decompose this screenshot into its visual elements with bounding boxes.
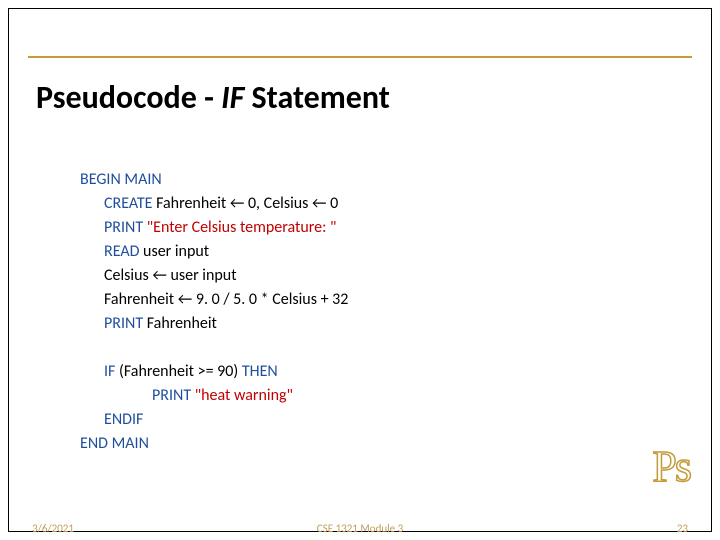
footer-date: 3/6/2021 xyxy=(32,522,74,535)
code-line: BEGIN MAIN xyxy=(80,168,348,192)
footer-page: 23 xyxy=(677,522,688,535)
code-line xyxy=(80,336,348,360)
code-line: PRINT Fahrenheit xyxy=(80,312,348,336)
code-line: Fahrenheit ← 9. 0 / 5. 0 * Celsius + 32 xyxy=(80,288,348,312)
top-rule xyxy=(28,56,692,58)
pseudocode-block: BEGIN MAINCREATE Fahrenheit ← 0, Celsius… xyxy=(80,168,348,456)
code-line: Celsius ← user input xyxy=(80,264,348,288)
code-line: PRINT "heat warning" xyxy=(80,384,348,408)
code-line: END MAIN xyxy=(80,432,348,456)
code-line: ENDIF xyxy=(80,408,348,432)
code-line: PRINT "Enter Celsius temperature: " xyxy=(80,216,348,240)
slide-title: Pseudocode - IF Statement xyxy=(36,78,390,117)
title-prefix: Pseudocode - xyxy=(36,78,221,117)
code-line: IF (Fahrenheit >= 90) THEN xyxy=(80,360,348,384)
footer-module: CSE 1321 Module 3 xyxy=(317,522,403,535)
code-line: READ user input xyxy=(80,240,348,264)
ps-badge: Ps xyxy=(652,441,690,492)
title-italic: IF xyxy=(221,78,244,117)
title-suffix: Statement xyxy=(244,78,390,117)
code-line: CREATE Fahrenheit ← 0, Celsius ← 0 xyxy=(80,192,348,216)
